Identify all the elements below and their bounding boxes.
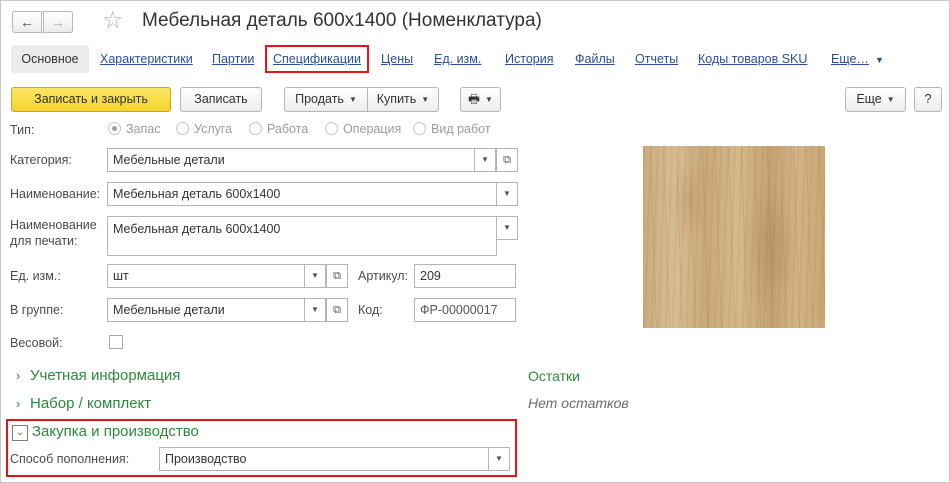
type-label: Тип:: [10, 123, 35, 137]
printer-icon: 🖶: [468, 92, 480, 106]
dropdown-arrow-icon: ▼: [348, 95, 357, 104]
dropdown-arrow-icon: ▼: [484, 95, 493, 104]
page-title: Мебельная деталь 600x1400 (Номенклатура): [142, 10, 542, 31]
code-field[interactable]: ФР-00000017: [414, 298, 516, 322]
stock-empty-text: Нет остатков: [528, 395, 629, 411]
replenishment-dropdown-button[interactable]: ▼: [488, 447, 510, 471]
dropdown-arrow-icon: ▼: [311, 271, 319, 280]
chevron-right-icon: ›: [16, 396, 21, 411]
open-window-icon: ⧉: [333, 270, 341, 282]
category-open-button[interactable]: ⧉: [496, 148, 518, 172]
arrow-right-icon: →: [51, 14, 65, 30]
dropdown-arrow-icon: ▼: [481, 155, 489, 164]
category-label: Категория:: [10, 153, 72, 167]
code-label: Код:: [358, 303, 383, 317]
group-kit[interactable]: › Набор / комплект: [16, 395, 151, 412]
open-window-icon: ⧉: [503, 154, 511, 166]
type-option-label: Работа: [267, 122, 309, 136]
weight-checkbox[interactable]: [109, 335, 123, 349]
article-label: Артикул:: [358, 269, 409, 283]
group-dropdown-button[interactable]: ▼: [304, 298, 326, 322]
name-field[interactable]: Мебельная деталь 600x1400: [107, 182, 497, 206]
type-option-label: Вид работ: [431, 122, 491, 136]
sell-label: Продать: [295, 92, 344, 106]
print-name-dropdown-button[interactable]: ▼: [496, 216, 518, 240]
unit-field[interactable]: шт: [107, 264, 305, 288]
group-purchase-title[interactable]: Закупка и производство: [32, 423, 199, 440]
dropdown-arrow-icon: ▼: [503, 189, 511, 198]
specifications-highlight: [265, 45, 369, 73]
article-field[interactable]: 209: [414, 264, 516, 288]
unit-dropdown-button[interactable]: ▼: [304, 264, 326, 288]
group-label: В группе:: [10, 303, 64, 317]
radio-icon: [176, 122, 189, 135]
radio-icon: [325, 122, 338, 135]
print-name-label-line1: Наименование: [10, 218, 97, 232]
more-actions-button[interactable]: Еще ▼: [845, 87, 906, 112]
tab-more[interactable]: Еще… ▼: [831, 52, 884, 66]
tab-sku-codes[interactable]: Коды товаров SKU: [698, 52, 807, 66]
tab-reports[interactable]: Отчеты: [635, 52, 678, 66]
category-dropdown-button[interactable]: ▼: [474, 148, 496, 172]
product-image[interactable]: [643, 146, 825, 328]
arrow-left-icon: ←: [20, 14, 34, 30]
back-button[interactable]: ←: [12, 11, 42, 33]
type-radio-work-type[interactable]: Вид работ: [413, 122, 491, 136]
group-accounting-info[interactable]: › Учетная информация: [16, 367, 180, 384]
name-dropdown-button[interactable]: ▼: [496, 182, 518, 206]
tab-batches[interactable]: Партии: [212, 52, 254, 66]
group-kit-title: Набор / комплект: [30, 395, 152, 412]
buy-label: Купить: [376, 92, 417, 106]
buy-button[interactable]: Купить ▼: [367, 87, 439, 112]
print-name-label-line2: для печати:: [10, 234, 78, 248]
group-field[interactable]: Мебельные детали: [107, 298, 305, 322]
chevron-right-icon: ›: [16, 368, 21, 383]
group-open-button[interactable]: ⧉: [326, 298, 348, 322]
sell-button[interactable]: Продать ▼: [284, 87, 368, 112]
type-option-label: Запас: [126, 122, 161, 136]
radio-icon: [413, 122, 426, 135]
type-radio-service[interactable]: Услуга: [176, 122, 232, 136]
unit-label: Ед. изм.:: [10, 269, 61, 283]
tab-history[interactable]: История: [505, 52, 553, 66]
weight-label: Весовой:: [10, 336, 63, 350]
type-radio-operation[interactable]: Операция: [325, 122, 401, 136]
tab-more-label: Еще…: [831, 52, 869, 66]
tab-prices[interactable]: Цены: [381, 52, 413, 66]
tab-files[interactable]: Файлы: [575, 52, 615, 66]
more-label: Еще: [856, 92, 882, 106]
category-field[interactable]: Мебельные детали: [107, 148, 475, 172]
print-name-field[interactable]: Мебельная деталь 600x1400: [107, 216, 497, 256]
dropdown-arrow-icon: ▼: [503, 223, 511, 232]
unit-open-button[interactable]: ⧉: [326, 264, 348, 288]
dropdown-arrow-icon: ▼: [421, 95, 430, 104]
dropdown-arrow-icon: ▼: [874, 55, 884, 65]
open-window-icon: ⧉: [333, 304, 341, 316]
help-button[interactable]: ?: [914, 87, 942, 112]
radio-icon: [249, 122, 262, 135]
radio-selected-icon: [108, 122, 121, 135]
save-button[interactable]: Записать: [180, 87, 262, 112]
save-and-close-button[interactable]: Записать и закрыть: [11, 87, 171, 112]
name-label: Наименование:: [10, 187, 101, 201]
dropdown-arrow-icon: ▼: [886, 95, 895, 104]
type-radio-stock[interactable]: Запас: [108, 122, 160, 136]
dropdown-arrow-icon: ▼: [311, 305, 319, 314]
favorite-star-icon[interactable]: ☆: [102, 8, 124, 34]
dropdown-arrow-icon: ▼: [495, 454, 503, 463]
print-button[interactable]: 🖶 ▼: [460, 87, 501, 112]
type-radio-work[interactable]: Работа: [249, 122, 308, 136]
replenishment-field[interactable]: Производство: [159, 447, 489, 471]
chevron-down-icon[interactable]: ⌄: [12, 425, 28, 441]
stock-title[interactable]: Остатки: [528, 368, 580, 384]
group-accounting-title: Учетная информация: [30, 367, 181, 384]
replenishment-label: Способ пополнения:: [10, 452, 130, 466]
type-option-label: Операция: [343, 122, 402, 136]
type-option-label: Услуга: [194, 122, 233, 136]
tab-units[interactable]: Ед. изм.: [434, 52, 481, 66]
forward-button[interactable]: →: [43, 11, 73, 33]
tab-main[interactable]: Основное: [11, 45, 89, 73]
tab-characteristics[interactable]: Характеристики: [100, 52, 193, 66]
